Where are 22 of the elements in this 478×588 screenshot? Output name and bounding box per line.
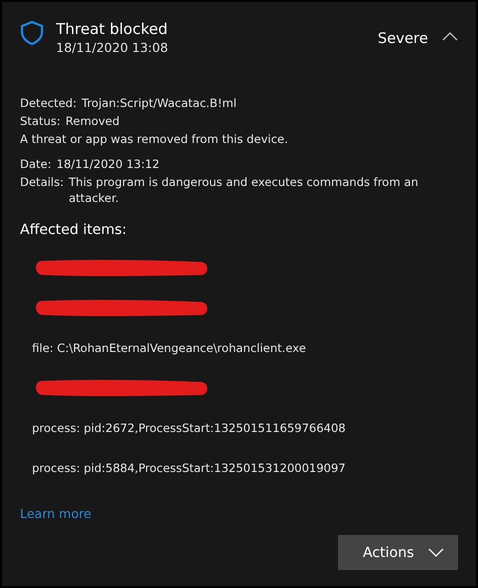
timestamp: 18/11/2020 13:08	[56, 40, 170, 55]
field-value: Removed	[66, 113, 120, 129]
field-value: 18/11/2020 13:12	[56, 156, 160, 172]
collapse-button[interactable]	[442, 32, 458, 41]
notification-title: Threat blocked	[56, 20, 169, 38]
shield-icon	[20, 20, 44, 46]
learn-more-link[interactable]: Learn more	[20, 506, 92, 521]
field-value: Trojan:Script/Wacatac.B!ml	[82, 95, 237, 111]
field-label: Detected:	[20, 95, 77, 111]
actions-button[interactable]: Actions	[338, 535, 458, 570]
field-label: Date:	[20, 156, 52, 172]
field-label: Details:	[20, 174, 64, 191]
severity-label: Severe	[378, 31, 428, 47]
chevron-down-icon	[428, 548, 444, 557]
status-message: A threat or app was removed from this device.	[20, 131, 290, 147]
affected-item: file: C:\RohanEternalVengeance\rohanclient.exe	[32, 341, 306, 355]
field-label: Status:	[20, 113, 61, 129]
field-value: This program is dangerous and executes commands from an attacker.	[68, 174, 420, 206]
affected-item: process: pid:2672,ProcessStart:132501511659766408	[32, 421, 346, 435]
section-heading: Affected items:	[20, 222, 128, 238]
chevron-up-icon	[442, 32, 458, 41]
affected-item: process: pid:5884,ProcessStart:132501531200019097	[32, 461, 346, 475]
